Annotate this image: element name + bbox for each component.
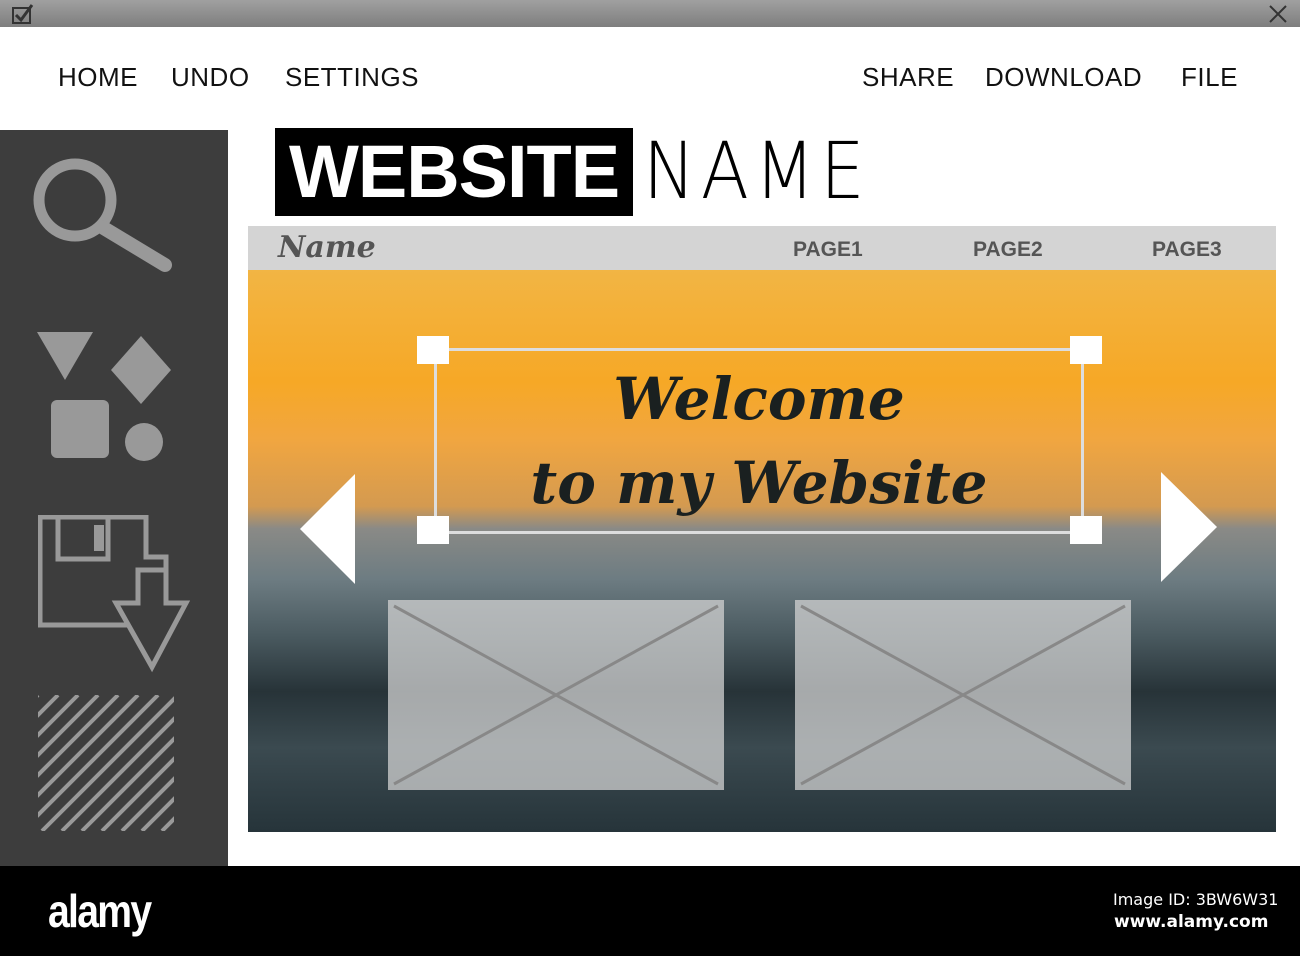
nav-home[interactable]: HOME: [58, 62, 138, 93]
resize-handle[interactable]: [417, 516, 449, 544]
close-icon[interactable]: [1268, 4, 1288, 24]
search-icon[interactable]: [30, 155, 180, 275]
welcome-line-1: Welcome: [613, 365, 905, 433]
site-name[interactable]: Name: [278, 230, 376, 265]
footer: alamy Image ID: 3BW6W31 www.alamy.com: [0, 866, 1300, 956]
image-placeholder: [795, 600, 1131, 790]
site-page1-link[interactable]: PAGE1: [793, 238, 863, 262]
nav-settings[interactable]: SETTINGS: [285, 62, 419, 93]
save-download-icon[interactable]: [38, 515, 190, 675]
image-id: Image ID: 3BW6W31: [1113, 890, 1279, 909]
placeholder-cross-icon: [800, 604, 1126, 786]
site-nav-bar: Name PAGE1 PAGE2 PAGE3: [248, 226, 1276, 270]
tool-sidebar: [0, 130, 228, 866]
site-page3-link[interactable]: PAGE3: [1152, 238, 1222, 262]
website-preview: Name PAGE1 PAGE2 PAGE3 Welcome to my Web…: [248, 226, 1276, 832]
welcome-line-2: to my Website: [530, 449, 988, 517]
nav-file[interactable]: FILE: [1181, 62, 1238, 93]
welcome-text-box[interactable]: Welcome to my Website: [434, 348, 1084, 534]
resize-handle[interactable]: [417, 336, 449, 364]
nav-undo[interactable]: UNDO: [171, 62, 250, 93]
resize-handle[interactable]: [1070, 516, 1102, 544]
prev-arrow-icon[interactable]: [300, 474, 356, 584]
title-bar: [0, 0, 1300, 27]
nav-share[interactable]: SHARE: [862, 62, 954, 93]
image-placeholder: [388, 600, 724, 790]
logo-bold-text: WEBSITE: [275, 128, 634, 216]
logo-light-text: NAME: [643, 127, 871, 217]
footer-brand: alamy: [48, 885, 152, 937]
checkbox-icon[interactable]: [12, 3, 38, 25]
hero-image: Welcome to my Website: [248, 270, 1276, 832]
nav-download[interactable]: DOWNLOAD: [985, 62, 1142, 93]
pattern-fill-icon[interactable]: [38, 695, 174, 831]
resize-handle[interactable]: [1070, 336, 1102, 364]
placeholder-cross-icon: [393, 604, 719, 786]
website-logo: WEBSITE NAME: [275, 127, 895, 217]
next-arrow-icon[interactable]: [1161, 472, 1217, 582]
site-page2-link[interactable]: PAGE2: [973, 238, 1043, 262]
shapes-icon[interactable]: [35, 330, 175, 465]
footer-url: www.alamy.com: [1114, 912, 1269, 932]
